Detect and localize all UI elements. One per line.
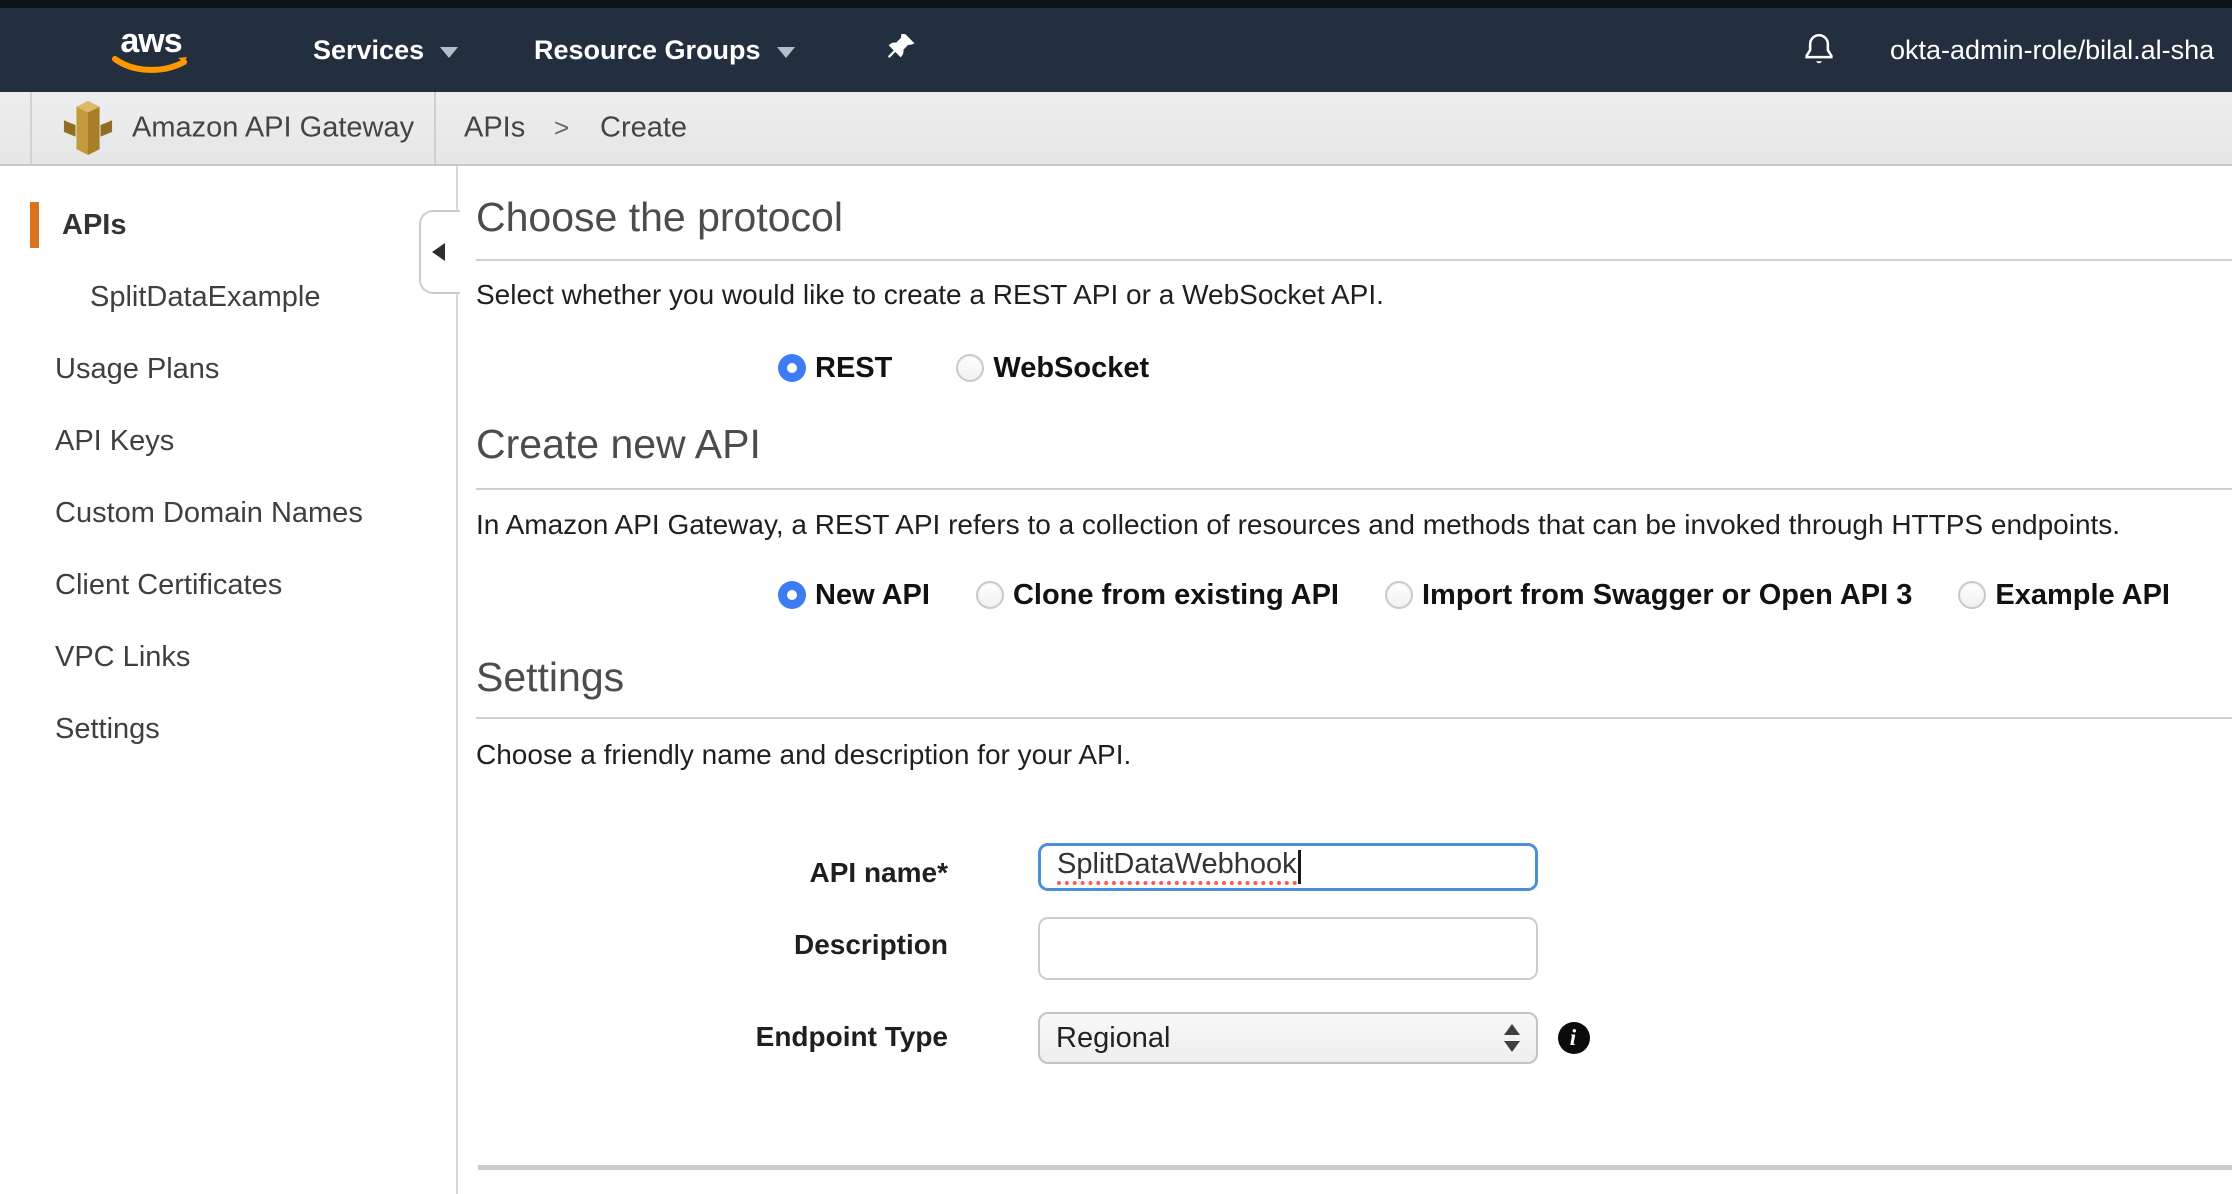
chevron-down-icon (1504, 1041, 1520, 1052)
api-name-value: SplitDataWebhook (1057, 849, 1297, 885)
divider (30, 92, 32, 164)
sidebar-item-label: Settings (55, 713, 160, 746)
sidebar-item-label: Client Certificates (55, 569, 282, 602)
radio-label: Example API (1995, 579, 2170, 612)
divider (476, 717, 2232, 719)
create-section-description: In Amazon API Gateway, a REST API refers… (476, 509, 2120, 541)
account-menu[interactable]: okta-admin-role/bilal.al-sha (1890, 8, 2214, 92)
radio-label: REST (815, 352, 892, 385)
active-indicator (30, 202, 39, 248)
protocol-section-description: Select whether you would like to create … (476, 279, 1384, 311)
radio-clone-from-existing[interactable]: Clone from existing API (976, 579, 1339, 612)
aws-logo-swoosh-icon (112, 56, 190, 76)
chevron-up-icon (1504, 1024, 1520, 1035)
radio-import-swagger[interactable]: Import from Swagger or Open API 3 (1385, 579, 1912, 612)
radio-selected-icon[interactable] (778, 581, 806, 609)
main-area: APIs SplitDataExample Usage Plans API Ke… (0, 166, 2232, 1194)
window-top-strip (0, 0, 2232, 8)
endpoint-type-label: Endpoint Type (476, 1020, 948, 1054)
api-name-input[interactable]: SplitDataWebhook (1038, 843, 1538, 891)
breadcrumb-current-page: Create (600, 112, 687, 145)
radio-selected-icon[interactable] (778, 354, 806, 382)
chevron-down-icon (777, 47, 795, 58)
sidebar-item-settings[interactable]: Settings (0, 693, 456, 765)
create-api-content: Choose the protocol Select whether you w… (458, 166, 2232, 1194)
radio-rest[interactable]: REST (778, 352, 892, 385)
divider (478, 1165, 2232, 1170)
sidebar-item-label: Usage Plans (55, 353, 219, 386)
radio-label: New API (815, 579, 930, 612)
nav-services-menu[interactable]: Services (313, 8, 458, 92)
radio-unselected-icon[interactable] (956, 354, 984, 382)
aws-top-navbar: aws Services Resource Groups okta (0, 8, 2232, 92)
breadcrumb-apis-link[interactable]: APIs (464, 112, 525, 145)
radio-unselected-icon[interactable] (976, 581, 1004, 609)
sidebar-item-usage-plans[interactable]: Usage Plans (0, 333, 456, 405)
settings-section-title: Settings (476, 654, 624, 701)
nav-services-label: Services (313, 35, 424, 66)
settings-section-description: Choose a friendly name and description f… (476, 739, 1131, 771)
sidebar-list: APIs SplitDataExample Usage Plans API Ke… (0, 166, 456, 765)
radio-label: Clone from existing API (1013, 579, 1339, 612)
breadcrumb-separator: > (554, 113, 569, 144)
description-label: Description (476, 928, 948, 962)
radio-new-api[interactable]: New API (778, 579, 930, 612)
sidebar-item-vpc-links[interactable]: VPC Links (0, 621, 456, 693)
sidebar-item-label: APIs (62, 209, 126, 242)
api-gateway-icon (62, 99, 114, 157)
divider (434, 92, 436, 164)
create-section-title: Create new API (476, 421, 761, 468)
breadcrumb-service-name[interactable]: Amazon API Gateway (132, 112, 414, 145)
chevron-down-icon (440, 47, 458, 58)
sidebar-item-label: VPC Links (55, 641, 190, 674)
radio-unselected-icon[interactable] (1385, 581, 1413, 609)
aws-logo[interactable]: aws (112, 8, 190, 92)
pushpin-icon[interactable] (886, 8, 918, 92)
sidebar-item-splitdataexample[interactable]: SplitDataExample (0, 261, 456, 333)
radio-label: WebSocket (993, 352, 1149, 385)
divider (476, 488, 2232, 490)
aws-logo-text: aws (120, 24, 181, 58)
sidebar-item-label: SplitDataExample (90, 281, 321, 314)
radio-unselected-icon[interactable] (1958, 581, 1986, 609)
breadcrumb-bar: Amazon API Gateway APIs > Create (0, 92, 2232, 166)
protocol-radio-group: REST WebSocket (778, 348, 1149, 388)
bell-icon[interactable] (1800, 8, 1838, 92)
api-name-label: API name* (476, 856, 948, 890)
divider (476, 259, 2232, 261)
aws-console-screen: aws Services Resource Groups okta (0, 0, 2232, 1194)
sidebar-item-api-keys[interactable]: API Keys (0, 405, 456, 477)
sidebar-item-client-certificates[interactable]: Client Certificates (0, 549, 456, 621)
select-stepper-icon (1504, 1024, 1520, 1052)
radio-example-api[interactable]: Example API (1958, 579, 2170, 612)
protocol-section-title: Choose the protocol (476, 194, 843, 241)
radio-websocket[interactable]: WebSocket (956, 352, 1149, 385)
endpoint-type-value: Regional (1056, 1022, 1170, 1055)
sidebar-item-label: API Keys (55, 425, 174, 458)
description-input[interactable] (1038, 917, 1538, 980)
sidebar-item-apis[interactable]: APIs (0, 189, 456, 261)
sidebar-item-custom-domain-names[interactable]: Custom Domain Names (0, 477, 456, 549)
sidebar: APIs SplitDataExample Usage Plans API Ke… (0, 166, 458, 1194)
chevron-left-icon (432, 243, 445, 261)
info-icon[interactable] (1558, 1022, 1590, 1054)
sidebar-collapse-button[interactable] (419, 210, 460, 294)
nav-resource-groups-label: Resource Groups (534, 35, 761, 66)
radio-label: Import from Swagger or Open API 3 (1422, 579, 1912, 612)
sidebar-item-label: Custom Domain Names (55, 497, 363, 530)
nav-resource-groups-menu[interactable]: Resource Groups (534, 8, 795, 92)
text-cursor (1298, 850, 1301, 884)
create-api-radio-group: New API Clone from existing API Import f… (778, 575, 2170, 615)
endpoint-type-select[interactable]: Regional (1038, 1012, 1538, 1064)
